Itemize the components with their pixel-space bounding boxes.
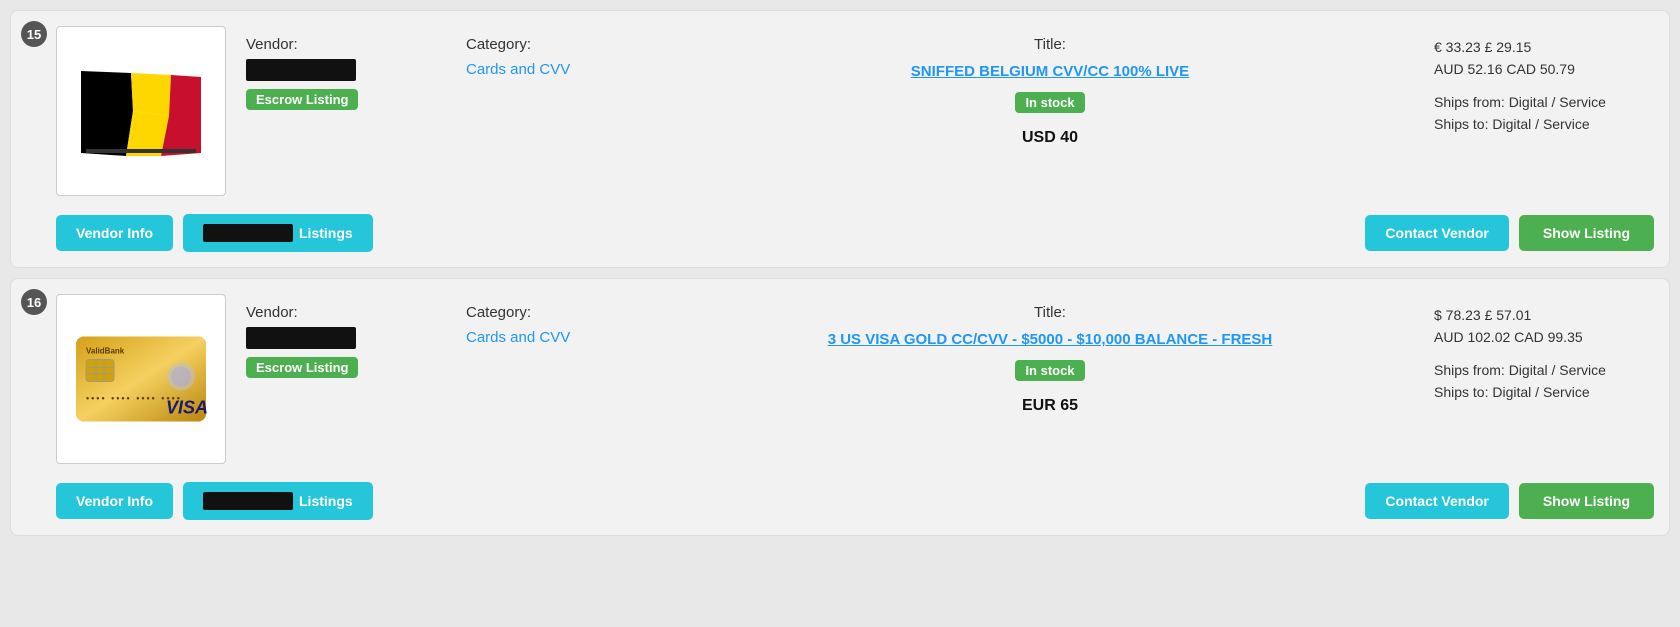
listing-number: 16 bbox=[21, 289, 47, 315]
ships-from: Ships from: Digital / Service bbox=[1434, 359, 1654, 381]
vendor-name-inline-redacted bbox=[203, 492, 293, 510]
listing-title-link[interactable]: SNIFFED BELGIUM CVV/CC 100% LIVE bbox=[686, 61, 1414, 82]
pricing-section: $ 78.23 £ 57.01 AUD 102.02 CAD 99.35 Shi… bbox=[1434, 294, 1654, 404]
price-aud-cad: AUD 52.16 CAD 50.79 bbox=[1434, 61, 1575, 77]
vendor-listings-button[interactable]: Listings bbox=[183, 214, 373, 252]
escrow-badge: Escrow Listing bbox=[246, 89, 358, 110]
vendor-info-button[interactable]: Vendor Info bbox=[56, 215, 173, 251]
price-eur-gbp: € 33.23 £ 29.15 bbox=[1434, 39, 1531, 55]
vendor-name-redacted bbox=[246, 327, 356, 349]
vendor-section: Vendor: Escrow Listing bbox=[246, 26, 426, 110]
title-label: Title: bbox=[686, 304, 1414, 321]
price-alternatives: € 33.23 £ 29.15 AUD 52.16 CAD 50.79 bbox=[1434, 36, 1654, 81]
title-section: Title: SNIFFED BELGIUM CVV/CC 100% LIVE … bbox=[686, 26, 1414, 147]
pricing-section: € 33.23 £ 29.15 AUD 52.16 CAD 50.79 Ship… bbox=[1434, 26, 1654, 136]
listings-suffix: Listings bbox=[299, 225, 353, 241]
listing-price: EUR 65 bbox=[686, 397, 1414, 415]
category-label: Category: bbox=[466, 304, 646, 321]
listing-image bbox=[56, 26, 226, 196]
escrow-badge: Escrow Listing bbox=[246, 357, 358, 378]
listing-card-16: 16 ValidBank •••• •••• •••• •••• VISA bbox=[10, 278, 1670, 536]
category-section: Category: Cards and CVV bbox=[466, 26, 646, 78]
vendor-label: Vendor: bbox=[246, 36, 426, 53]
vendor-label: Vendor: bbox=[246, 304, 426, 321]
vendor-name-redacted bbox=[246, 59, 356, 81]
vendor-name-inline-redacted bbox=[203, 224, 293, 242]
listings-suffix: Listings bbox=[299, 493, 353, 509]
contact-vendor-button[interactable]: Contact Vendor bbox=[1365, 483, 1508, 519]
listing-image: ValidBank •••• •••• •••• •••• VISA bbox=[56, 294, 226, 464]
price-alternatives: $ 78.23 £ 57.01 AUD 102.02 CAD 99.35 bbox=[1434, 304, 1654, 349]
show-listing-button[interactable]: Show Listing bbox=[1519, 215, 1654, 251]
listing-number: 15 bbox=[21, 21, 47, 47]
ships-to: Ships to: Digital / Service bbox=[1434, 381, 1654, 403]
svg-text:ValidBank: ValidBank bbox=[86, 347, 125, 356]
svg-text:VISA: VISA bbox=[166, 398, 208, 418]
in-stock-badge: In stock bbox=[1015, 360, 1084, 381]
show-listing-button[interactable]: Show Listing bbox=[1519, 483, 1654, 519]
vendor-listings-button[interactable]: Listings bbox=[183, 482, 373, 520]
listing-price: USD 40 bbox=[686, 129, 1414, 147]
price-eur-gbp: $ 78.23 £ 57.01 bbox=[1434, 307, 1531, 323]
category-section: Category: Cards and CVV bbox=[466, 294, 646, 346]
in-stock-badge: In stock bbox=[1015, 92, 1084, 113]
contact-vendor-button[interactable]: Contact Vendor bbox=[1365, 215, 1508, 251]
title-section: Title: 3 US VISA GOLD CC/CVV - $5000 - $… bbox=[686, 294, 1414, 415]
category-link[interactable]: Cards and CVV bbox=[466, 329, 570, 346]
category-label: Category: bbox=[466, 36, 646, 53]
ships-from: Ships from: Digital / Service bbox=[1434, 91, 1654, 113]
title-label: Title: bbox=[686, 36, 1414, 53]
vendor-section: Vendor: Escrow Listing bbox=[246, 294, 426, 378]
ships-to: Ships to: Digital / Service bbox=[1434, 113, 1654, 135]
vendor-info-button[interactable]: Vendor Info bbox=[56, 483, 173, 519]
listing-card-15: 15 Vendor: Escrow Listing Category: bbox=[10, 10, 1670, 268]
price-aud-cad: AUD 102.02 CAD 99.35 bbox=[1434, 329, 1583, 345]
listing-title-link[interactable]: 3 US VISA GOLD CC/CVV - $5000 - $10,000 … bbox=[686, 329, 1414, 350]
category-link[interactable]: Cards and CVV bbox=[466, 61, 570, 78]
